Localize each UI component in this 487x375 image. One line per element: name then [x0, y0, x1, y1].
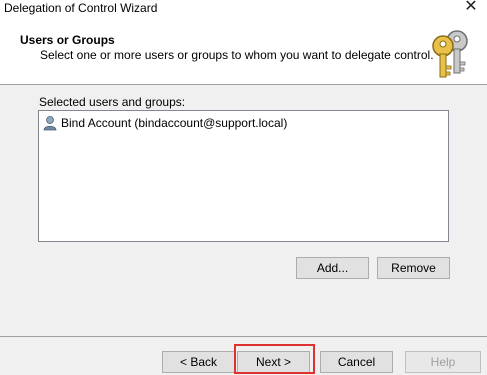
close-icon[interactable]: ✕: [463, 0, 479, 15]
list-item[interactable]: Bind Account (bindaccount@support.local): [42, 114, 287, 131]
keys-icon: [432, 30, 468, 78]
page-title: Users or Groups: [20, 33, 115, 47]
back-button[interactable]: < Back: [162, 351, 235, 373]
list-item-label: Bind Account (bindaccount@support.local): [61, 115, 288, 130]
wizard-body: Selected users and groups: Bind Account …: [0, 85, 487, 375]
help-button[interactable]: Help: [405, 351, 481, 373]
next-button-highlight: [234, 344, 315, 374]
selected-users-label: Selected users and groups:: [39, 95, 186, 109]
cancel-button[interactable]: Cancel: [320, 351, 393, 373]
wizard-header: Users or Groups Select one or more users…: [0, 20, 487, 85]
selected-users-list[interactable]: Bind Account (bindaccount@support.local): [38, 110, 449, 242]
title-bar: Delegation of Control Wizard ✕: [0, 0, 487, 20]
footer-separator: [0, 336, 487, 337]
window-title: Delegation of Control Wizard: [4, 1, 158, 15]
remove-button[interactable]: Remove: [377, 257, 450, 279]
page-subtitle: Select one or more users or groups to wh…: [40, 48, 434, 62]
user-icon: [43, 115, 57, 130]
add-button[interactable]: Add...: [296, 257, 369, 279]
